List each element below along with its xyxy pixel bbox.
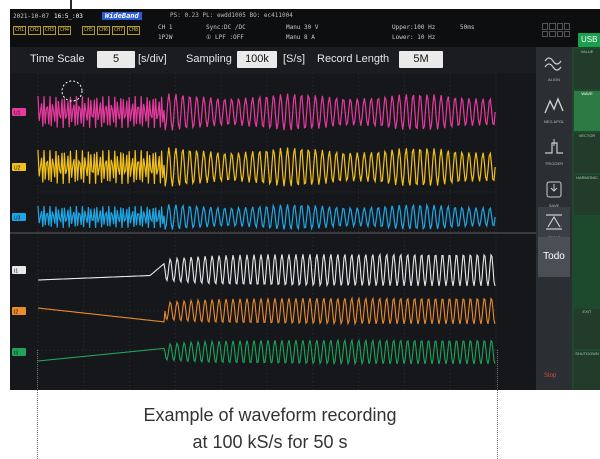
trigger-label: TRIGGER — [544, 161, 564, 166]
mode-tab-strip: VALUE WAVE VECTOR HARMONIC EXIT SHUTDOWN — [572, 47, 600, 390]
status-time: 16:5_:03 — [54, 13, 83, 20]
channel-marker-label: I2 — [14, 310, 18, 316]
trigger-point-marker — [61, 80, 83, 102]
status-date: 2021-10-07 — [13, 13, 50, 20]
status-tag-ch2: CH2 — [28, 26, 42, 35]
waveform-trace-u1 — [37, 93, 496, 131]
status-ps: PS: 0.23 PL: ewdd1005 BO: ec411004 — [170, 12, 293, 19]
status-tag-ch5: CH5 — [82, 26, 96, 35]
channel-marker-label: I1 — [14, 269, 18, 275]
waveform-plot-area[interactable]: U1 U2 U3 I1 I2 I3 — [10, 73, 536, 390]
waveform-trace-i3 — [37, 338, 496, 366]
instrument-screen: 2021-10-07 16:5_:03 WideBand PS: 0.23 PL… — [10, 9, 600, 390]
align-button[interactable]: ALIGN — [538, 49, 570, 89]
trigger-icon — [545, 139, 563, 154]
caption-line-2: at 100 kS/s for 50 s — [192, 432, 348, 452]
stop-status: Stop — [544, 373, 557, 379]
tab-value[interactable]: VALUE — [574, 49, 600, 89]
todo-button[interactable]: Todo — [538, 237, 570, 277]
shutdown-button[interactable]: SHUTDOWN — [574, 351, 600, 390]
neg-pol-label: NEG.&POL — [543, 119, 565, 124]
tab-vector[interactable]: VECTOR — [574, 133, 600, 173]
status-current-range: Manu 8 A — [286, 34, 315, 41]
tab-wave[interactable]: WAVE — [574, 91, 600, 131]
sampling-label: Sampling — [186, 53, 232, 65]
trigger-button[interactable]: TRIGGER — [538, 133, 570, 173]
status-upper-freq: Upper:100 Hz — [392, 24, 436, 31]
status-channel: CH 1 — [158, 24, 173, 31]
usb-indicator: USB — [578, 33, 600, 47]
tab-harmonic[interactable]: HARMONIC — [574, 175, 600, 215]
status-tag-ch8: CH8 — [127, 26, 141, 35]
exit-button[interactable]: EXIT — [574, 309, 600, 349]
figure-caption: Example of waveform recording at 100 kS/… — [40, 402, 500, 456]
status-tag-ch3: CH3 — [43, 26, 57, 35]
status-tag-ch6: CH6 — [97, 26, 111, 35]
status-interval: 50ms — [460, 24, 475, 31]
status-voltage-range: Manu 30 V — [286, 24, 319, 31]
waveform-canvas: U1 U2 U3 I1 I2 I3 — [10, 73, 536, 390]
status-tag-ch7: CH7 — [112, 26, 126, 35]
status-band-badge: WideBand — [102, 12, 142, 20]
sampling-unit: [S/s] — [283, 53, 306, 65]
status-lower-freq: Lower: 10 Hz — [392, 34, 436, 41]
status-bar: 2021-10-07 16:5_:03 WideBand PS: 0.23 PL… — [10, 9, 600, 47]
time-scale-label: Time Scale — [30, 53, 85, 65]
status-wiring: 1P2W — [158, 34, 173, 41]
caption-line-1: Example of waveform recording — [143, 405, 397, 425]
save-icon — [546, 181, 562, 198]
neg-pol-button[interactable]: NEG.&POL — [538, 91, 570, 131]
channel-marker-label: I3 — [14, 351, 18, 357]
record-start-marker — [37, 350, 38, 459]
waveform-icon — [544, 97, 564, 114]
status-sync: Sync:DC /DC — [206, 24, 246, 31]
recording-settings-bar: Time Scale 5 [s/div] Sampling 100k [S/s]… — [10, 47, 536, 73]
sampling-field[interactable]: 100k — [237, 51, 277, 68]
status-lpf: ① LPF :OFF — [206, 34, 244, 41]
side-menu: ALIGN NEG.&POL TRIGGER SAVE SCALE Todo S… — [536, 47, 572, 390]
status-tag-ch4: CH4 — [58, 26, 72, 35]
record-length-field[interactable]: 5M — [399, 51, 443, 68]
status-indicator-grid — [542, 23, 570, 37]
align-icon — [544, 57, 562, 71]
scale-icon — [546, 214, 562, 230]
time-scale-unit: [s/div] — [138, 53, 167, 65]
time-scale-field[interactable]: 5 — [97, 51, 135, 68]
channel-marker-label: U1 — [14, 111, 21, 117]
align-label: ALIGN — [547, 77, 560, 82]
channel-marker-label: U2 — [14, 166, 21, 172]
record-length-label: Record Length — [317, 53, 390, 65]
channel-marker-label: U3 — [14, 216, 21, 222]
status-tag-ch1: CH1 — [13, 26, 27, 35]
